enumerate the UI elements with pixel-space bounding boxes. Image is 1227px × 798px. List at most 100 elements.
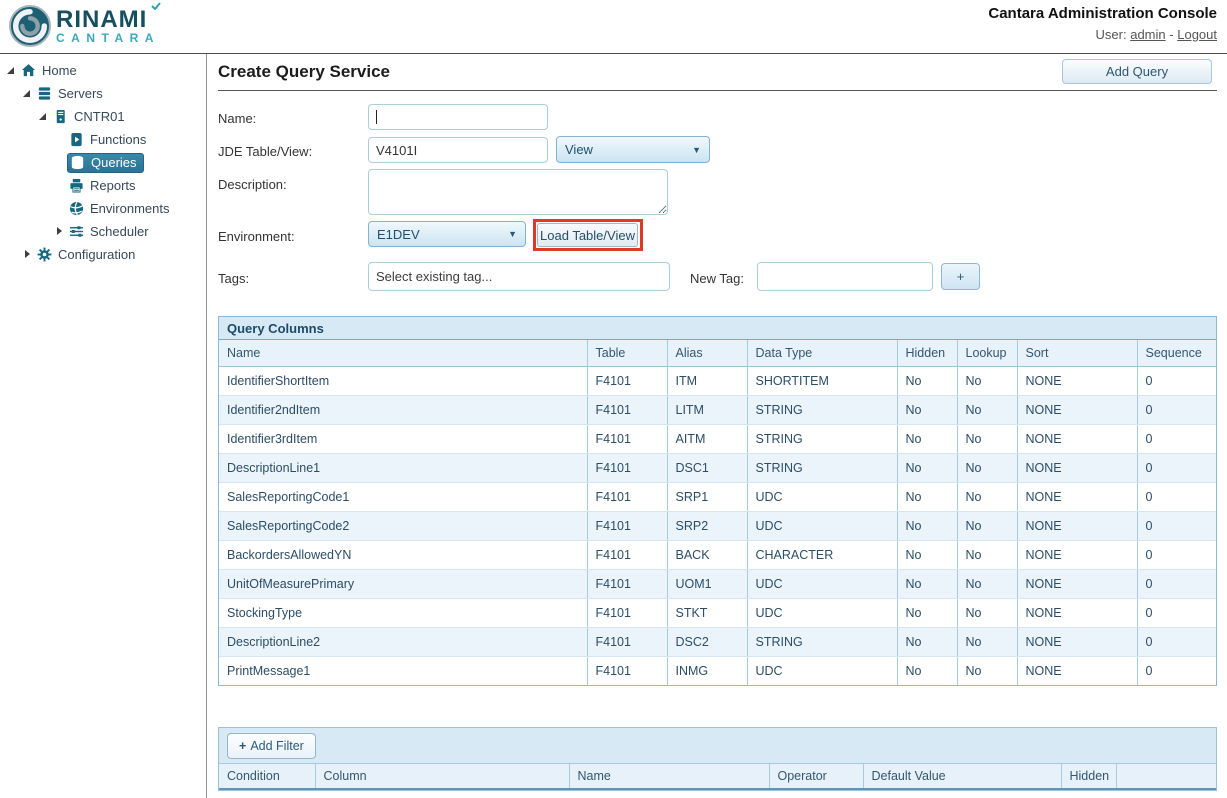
table-cell: NONE bbox=[1017, 395, 1137, 424]
add-tag-button[interactable]: + bbox=[941, 263, 980, 290]
table-cell: 0 bbox=[1137, 482, 1216, 511]
tree-toggle-open-icon[interactable] bbox=[20, 86, 35, 101]
sidebar-item-servers[interactable]: Servers bbox=[0, 82, 206, 105]
table-cell: UnitOfMeasurePrimary bbox=[219, 569, 587, 598]
table-cell: STRING bbox=[747, 395, 897, 424]
table-cell: NONE bbox=[1017, 656, 1137, 685]
table-cell: F4101 bbox=[587, 366, 667, 395]
column-header-alias[interactable]: Alias bbox=[667, 340, 747, 366]
sidebar-item-queries[interactable]: Queries bbox=[0, 151, 206, 174]
table-row[interactable]: StockingTypeF4101STKTUDCNoNoNONE0 bbox=[219, 598, 1216, 627]
column-header-sort[interactable]: Sort bbox=[1017, 340, 1137, 366]
table-row[interactable]: PrintMessage1F4101INMGUDCNoNoNONE0 bbox=[219, 656, 1216, 685]
table-cell: DescriptionLine1 bbox=[219, 453, 587, 482]
load-table-view-button[interactable]: Load Table/View bbox=[537, 223, 638, 247]
column-header-hidden[interactable]: Hidden bbox=[897, 340, 957, 366]
table-cell: STRING bbox=[747, 453, 897, 482]
filter-header-name[interactable]: Name bbox=[569, 763, 769, 789]
tree-toggle-open-icon[interactable] bbox=[4, 63, 19, 78]
table-cell: STKT bbox=[667, 598, 747, 627]
filter-header-hidden[interactable]: Hidden bbox=[1061, 763, 1116, 789]
table-cell: No bbox=[957, 627, 1017, 656]
table-cell: BackordersAllowedYN bbox=[219, 540, 587, 569]
table-row[interactable]: Identifier2ndItemF4101LITMSTRINGNoNoNONE… bbox=[219, 395, 1216, 424]
username-link[interactable]: admin bbox=[1130, 27, 1165, 42]
sidebar-item-reports[interactable]: Reports bbox=[0, 174, 206, 197]
filter-header-default-value[interactable]: Default Value bbox=[863, 763, 1061, 789]
description-textarea[interactable] bbox=[368, 169, 668, 215]
table-cell: UDC bbox=[747, 656, 897, 685]
sidebar-item-configuration[interactable]: Configuration bbox=[0, 243, 206, 266]
rinami-logo-icon bbox=[8, 4, 52, 48]
table-row[interactable]: BackordersAllowedYNF4101BACKCHARACTERNoN… bbox=[219, 540, 1216, 569]
sidebar-item-body[interactable]: Environments bbox=[67, 199, 174, 219]
sidebar-item-body[interactable]: CNTR01 bbox=[51, 107, 130, 127]
add-filter-button[interactable]: +Add Filter bbox=[227, 733, 316, 759]
sidebar-item-body[interactable]: Queries bbox=[67, 153, 144, 173]
sidebar-item-home[interactable]: Home bbox=[0, 59, 206, 82]
table-cell: STRING bbox=[747, 627, 897, 656]
column-header-name[interactable]: Name bbox=[219, 340, 587, 366]
sidebar-item-body[interactable]: Home bbox=[19, 61, 82, 81]
sidebar-item-body[interactable]: Reports bbox=[67, 176, 141, 196]
sidebar-item-body[interactable]: Configuration bbox=[35, 245, 140, 265]
table-row[interactable]: SalesReportingCode1F4101SRP1UDCNoNoNONE0 bbox=[219, 482, 1216, 511]
table-cell: No bbox=[897, 395, 957, 424]
home-icon bbox=[21, 63, 38, 79]
tags-input[interactable] bbox=[368, 262, 670, 291]
page-title: Create Query Service bbox=[218, 62, 390, 82]
sidebar-item-functions[interactable]: Functions bbox=[0, 128, 206, 151]
table-row[interactable]: DescriptionLine2F4101DSC2STRINGNoNoNONE0 bbox=[219, 627, 1216, 656]
table-cell: DSC1 bbox=[667, 453, 747, 482]
table-cell: INMG bbox=[667, 656, 747, 685]
jde-table-view-label: JDE Table/View: bbox=[218, 144, 312, 159]
column-header-sequence[interactable]: Sequence bbox=[1137, 340, 1216, 366]
filter-header-condition[interactable]: Condition bbox=[219, 763, 315, 789]
top-header: RINAMI CANTARA Cantara Administration Co… bbox=[0, 0, 1227, 54]
tree-toggle-closed-icon[interactable] bbox=[20, 247, 35, 262]
table-row[interactable]: IdentifierShortItemF4101ITMSHORTITEMNoNo… bbox=[219, 366, 1216, 395]
toggle-spacer bbox=[52, 201, 67, 216]
filter-header-empty[interactable] bbox=[1116, 763, 1216, 789]
column-header-lookup[interactable]: Lookup bbox=[957, 340, 1017, 366]
table-cell: F4101 bbox=[587, 598, 667, 627]
table-cell: SRP1 bbox=[667, 482, 747, 511]
table-cell: No bbox=[897, 366, 957, 395]
new-tag-input[interactable] bbox=[757, 262, 933, 291]
reports-icon bbox=[69, 178, 86, 194]
column-header-table[interactable]: Table bbox=[587, 340, 667, 366]
table-cell: No bbox=[957, 656, 1017, 685]
table-row[interactable]: Identifier3rdItemF4101AITMSTRINGNoNoNONE… bbox=[219, 424, 1216, 453]
view-type-dropdown[interactable]: View ▼ bbox=[556, 136, 710, 163]
text-cursor bbox=[376, 110, 377, 124]
table-row[interactable]: UnitOfMeasurePrimaryF4101UOM1UDCNoNoNONE… bbox=[219, 569, 1216, 598]
sidebar-item-body[interactable]: Functions bbox=[67, 130, 151, 150]
sidebar-item-body[interactable]: Servers bbox=[35, 84, 108, 104]
name-input[interactable] bbox=[368, 104, 548, 130]
environment-selected: E1DEV bbox=[377, 227, 420, 242]
sidebar-item-label: Scheduler bbox=[90, 224, 149, 239]
table-row[interactable]: SalesReportingCode2F4101SRP2UDCNoNoNONE0 bbox=[219, 511, 1216, 540]
table-cell: No bbox=[897, 569, 957, 598]
filter-header-operator[interactable]: Operator bbox=[769, 763, 863, 789]
tree-toggle-open-icon[interactable] bbox=[36, 109, 51, 124]
table-cell: No bbox=[897, 453, 957, 482]
environment-dropdown[interactable]: E1DEV ▼ bbox=[368, 221, 526, 247]
sidebar-item-scheduler[interactable]: Scheduler bbox=[0, 220, 206, 243]
column-header-data-type[interactable]: Data Type bbox=[747, 340, 897, 366]
logout-link[interactable]: Logout bbox=[1177, 27, 1217, 42]
sidebar-item-cntr01[interactable]: CNTR01 bbox=[0, 105, 206, 128]
table-cell: NONE bbox=[1017, 569, 1137, 598]
sidebar-item-body[interactable]: Scheduler bbox=[67, 222, 154, 242]
table-cell: No bbox=[897, 511, 957, 540]
scheduler-icon bbox=[69, 224, 86, 240]
table-cell: No bbox=[957, 540, 1017, 569]
add-query-button[interactable]: Add Query bbox=[1062, 59, 1212, 84]
table-row[interactable]: DescriptionLine1F4101DSC1STRINGNoNoNONE0 bbox=[219, 453, 1216, 482]
sidebar-item-label: Configuration bbox=[58, 247, 135, 262]
sidebar-item-environments[interactable]: Environments bbox=[0, 197, 206, 220]
jde-table-view-input[interactable] bbox=[368, 137, 548, 163]
sidebar-item-label: Environments bbox=[90, 201, 169, 216]
tree-toggle-closed-icon[interactable] bbox=[52, 224, 67, 239]
filter-header-column[interactable]: Column bbox=[315, 763, 569, 789]
